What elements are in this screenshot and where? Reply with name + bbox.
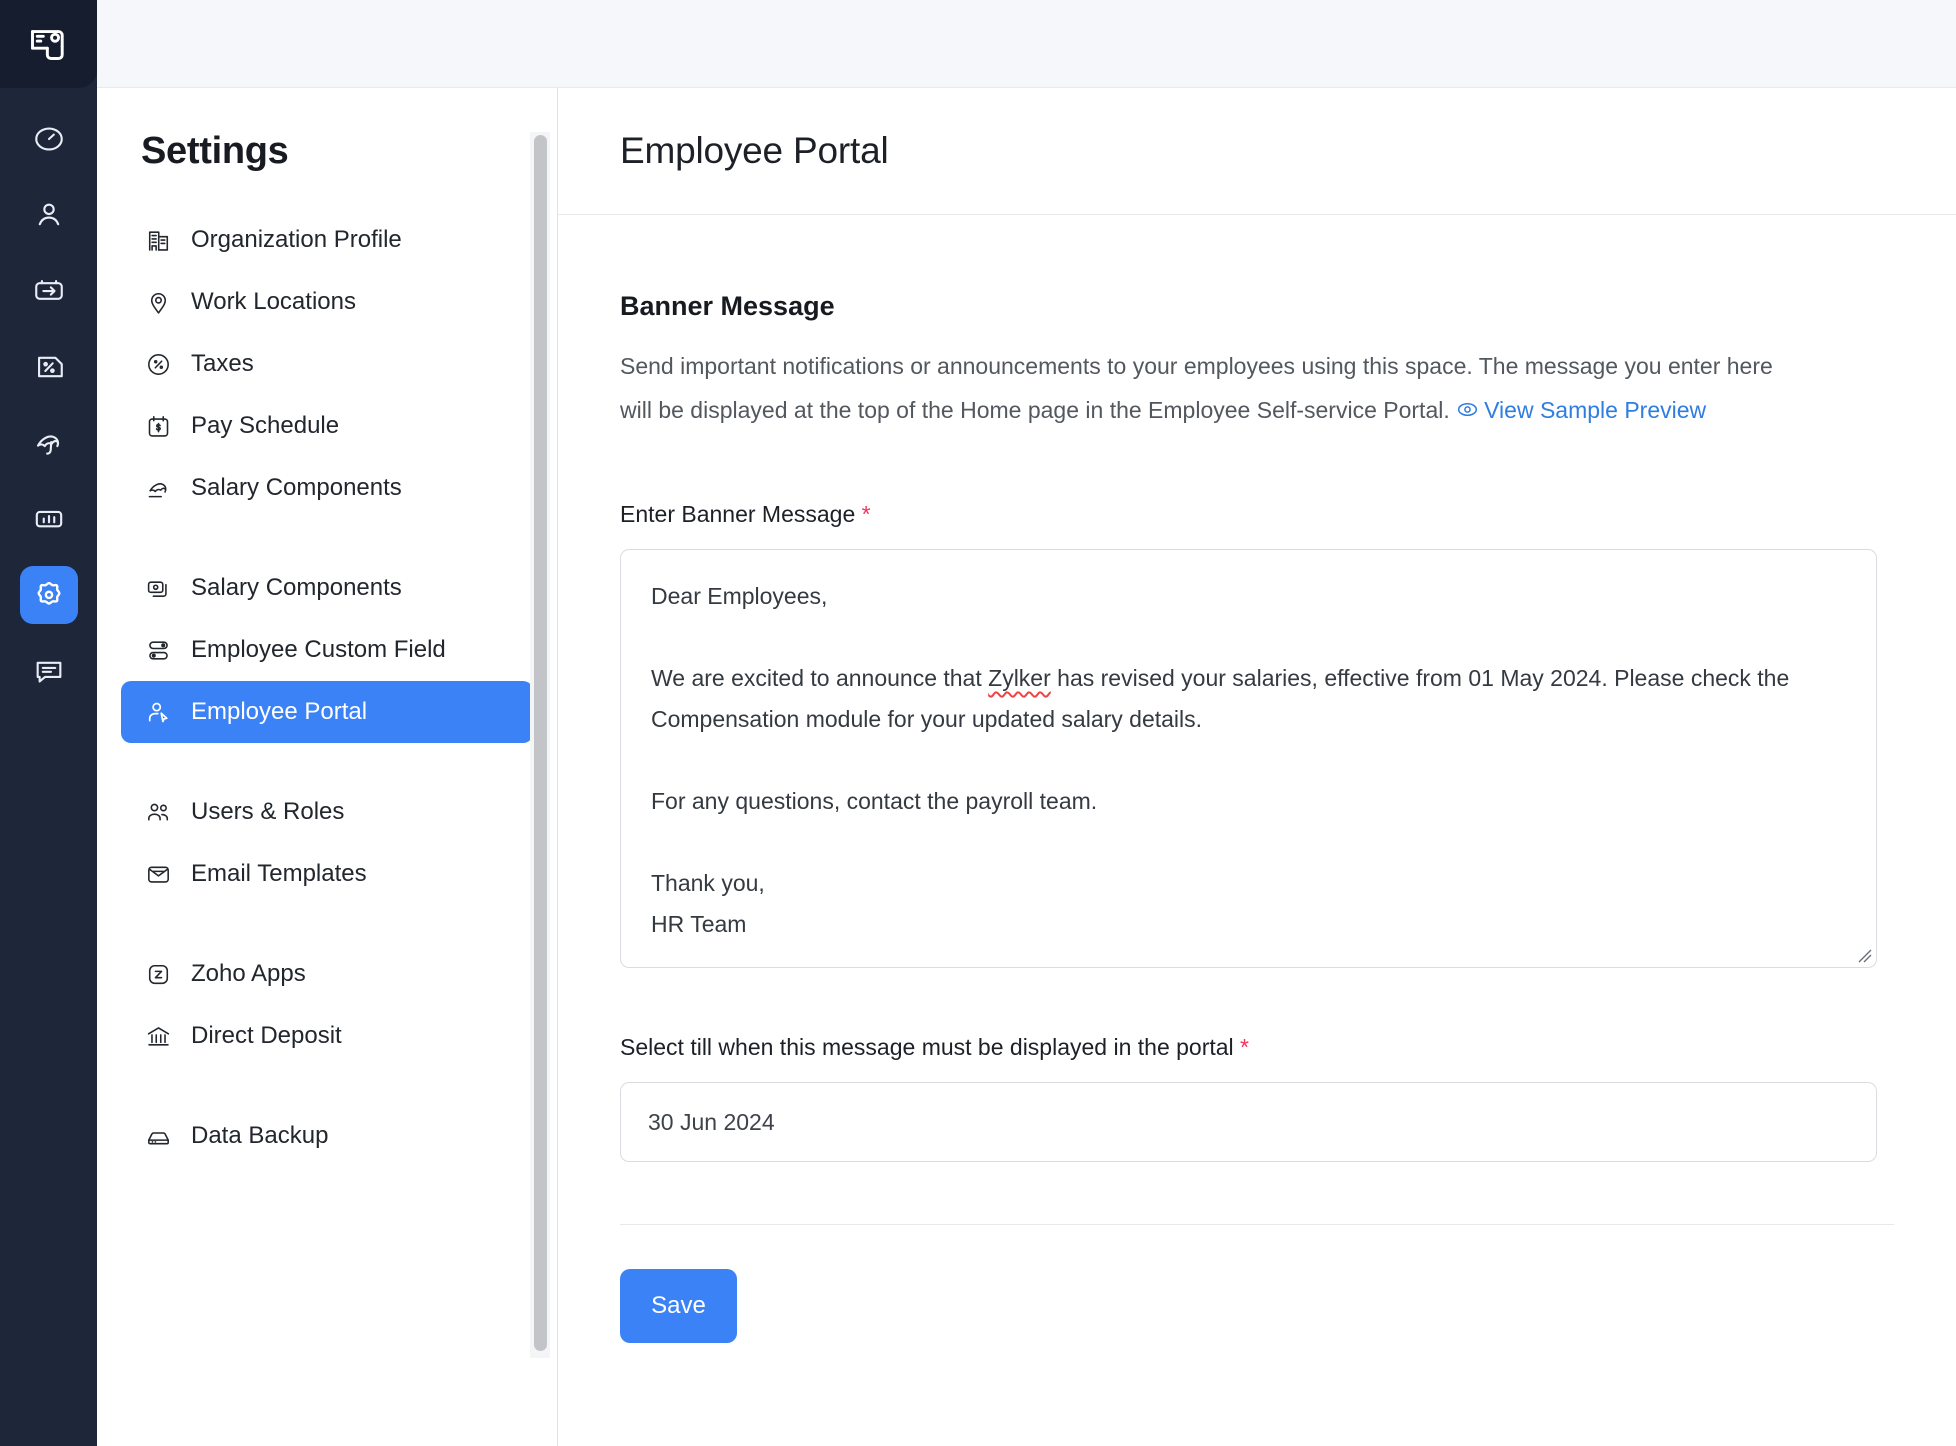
sidebar-item-label: Pay Schedule	[191, 412, 340, 439]
envelope-icon	[144, 860, 172, 888]
sidebar-item-pay-schedule[interactable]: Pay Schedule	[121, 395, 533, 457]
sidebar-item-data-backup[interactable]: Data Backup	[121, 1105, 533, 1167]
payroll-logo-icon	[30, 30, 64, 60]
banner-message-textarea[interactable]: Dear Employees, We are excited to announ…	[620, 549, 1877, 968]
app-root: Settings Organization Profile Work Locat…	[0, 0, 1956, 1446]
bank-icon	[144, 1022, 172, 1050]
sidebar-item-direct-deposit[interactable]: Direct Deposit	[121, 1005, 533, 1067]
time-off-umbrella-icon	[36, 435, 59, 455]
main-content: Employee Portal Banner Message Send impo…	[558, 88, 1956, 1446]
sidebar-item-paid-time-off[interactable]: Salary Components	[121, 457, 533, 519]
zoho-square-icon	[144, 960, 172, 988]
settings-scrollbar-thumb[interactable]	[534, 135, 547, 1351]
sidebar-item-zoho-apps[interactable]: Zoho Apps	[121, 943, 533, 1005]
content-header: Employee Portal	[558, 88, 1956, 215]
eye-icon	[1456, 391, 1479, 435]
banner-misspelled-word: Zylker	[988, 665, 1051, 691]
form-divider	[620, 1224, 1894, 1225]
building-icon	[144, 226, 172, 254]
sidebar-item-organization-profile[interactable]: Organization Profile	[121, 209, 533, 271]
display-until-label-text: Select till when this message must be di…	[620, 1034, 1234, 1060]
rail-item-pay-runs[interactable]	[20, 262, 78, 320]
banner-line-1: Dear Employees,	[651, 583, 828, 609]
display-until-date-input[interactable]: 30 Jun 2024	[620, 1082, 1877, 1162]
sidebar-item-label: Data Backup	[191, 1122, 329, 1149]
save-button[interactable]: Save	[620, 1269, 737, 1343]
sidebar-item-employee-portal[interactable]: Employee Portal	[121, 681, 533, 743]
banner-message-label-text: Enter Banner Message	[620, 501, 856, 527]
sidebar-item-label: Taxes	[191, 350, 254, 377]
sidebar-item-label: Email Templates	[191, 860, 367, 887]
sidebar-item-employee-custom-field[interactable]: Employee Custom Field	[121, 619, 533, 681]
settings-nav-list: Organization Profile Work Locations Taxe…	[97, 209, 557, 1167]
banner-line-2-pre: We are excited to announce that	[651, 665, 989, 691]
sidebar-item-label: Employee Custom Field	[191, 636, 446, 663]
banner-line-4: Thank you,	[651, 870, 765, 896]
user-cursor-icon	[144, 698, 172, 726]
nav-group-gap	[97, 743, 557, 781]
sidebar-item-users-roles[interactable]: Users & Roles	[121, 781, 533, 843]
calendar-dollar-icon	[144, 412, 172, 440]
page-title: Employee Portal	[620, 130, 889, 171]
money-card-icon	[144, 574, 172, 602]
required-asterisk: *	[1240, 1034, 1249, 1060]
banner-message-label: Enter Banner Message *	[620, 501, 1894, 528]
dashboard-clock-icon	[34, 127, 63, 151]
banner-line-3: For any questions, contact the payroll t…	[651, 788, 1098, 814]
pay-runs-arrow-icon	[34, 280, 63, 300]
sidebar-item-label: Work Locations	[191, 288, 356, 315]
reports-bars-icon	[35, 510, 62, 528]
section-description: Send important notifications or announce…	[620, 344, 1800, 435]
nav-group-gap	[97, 905, 557, 943]
nav-group-gap	[97, 1067, 557, 1105]
section-title: Banner Message	[620, 291, 835, 321]
sidebar-item-taxes[interactable]: Taxes	[121, 333, 533, 395]
map-pin-icon	[144, 288, 172, 316]
paid-time-off-icon	[144, 474, 172, 502]
display-until-label: Select till when this message must be di…	[620, 1034, 1894, 1061]
required-asterisk: *	[861, 501, 871, 527]
settings-panel: Settings Organization Profile Work Locat…	[97, 88, 558, 1446]
sidebar-item-email-templates[interactable]: Email Templates	[121, 843, 533, 905]
sidebar-item-salary-components[interactable]: Salary Components	[121, 557, 533, 619]
top-bar	[97, 0, 1956, 88]
rail-item-reports[interactable]	[20, 490, 78, 548]
sidebar-item-label: Users & Roles	[191, 798, 345, 825]
sidebar-item-label: Organization Profile	[191, 226, 402, 253]
sidebar-item-label: Direct Deposit	[191, 1022, 342, 1049]
sidebar-item-work-locations[interactable]: Work Locations	[121, 271, 533, 333]
rail-item-dashboard[interactable]	[20, 110, 78, 168]
nav-group-gap	[97, 519, 557, 557]
rail-item-chat[interactable]	[20, 642, 78, 700]
view-sample-preview-label: View Sample Preview	[1484, 397, 1707, 423]
app-logo[interactable]	[0, 0, 97, 88]
users-icon	[144, 798, 172, 826]
banner-message-content: Dear Employees, We are excited to announ…	[621, 550, 1876, 967]
chat-message-icon	[36, 661, 61, 683]
rail-item-list	[0, 88, 97, 700]
settings-gear-icon	[36, 581, 61, 605]
rail-item-time-off[interactable]	[20, 414, 78, 472]
sidebar-item-label: Zoho Apps	[191, 960, 306, 987]
settings-heading: Settings	[141, 130, 289, 172]
sidebar-item-label: Employee Portal	[191, 698, 368, 725]
employee-person-icon	[38, 203, 59, 226]
banner-line-5: HR Team	[651, 911, 747, 937]
sidebar-item-label: Salary Components	[191, 574, 402, 601]
primary-nav-rail	[0, 0, 97, 1446]
rail-item-taxes[interactable]	[20, 338, 78, 396]
percent-circle-icon	[144, 350, 172, 378]
toggle-list-icon	[144, 636, 172, 664]
rail-item-settings[interactable]	[19, 566, 78, 624]
content-body: Banner Message Send important notificati…	[558, 215, 1956, 1343]
backup-drive-icon	[144, 1122, 172, 1150]
view-sample-preview-link[interactable]: View Sample Preview	[1456, 397, 1706, 423]
taxes-percent-icon	[37, 356, 63, 378]
display-until-date-value: 30 Jun 2024	[648, 1108, 775, 1135]
rail-item-employees[interactable]	[20, 186, 78, 244]
sidebar-item-label: Salary Components	[191, 474, 402, 501]
